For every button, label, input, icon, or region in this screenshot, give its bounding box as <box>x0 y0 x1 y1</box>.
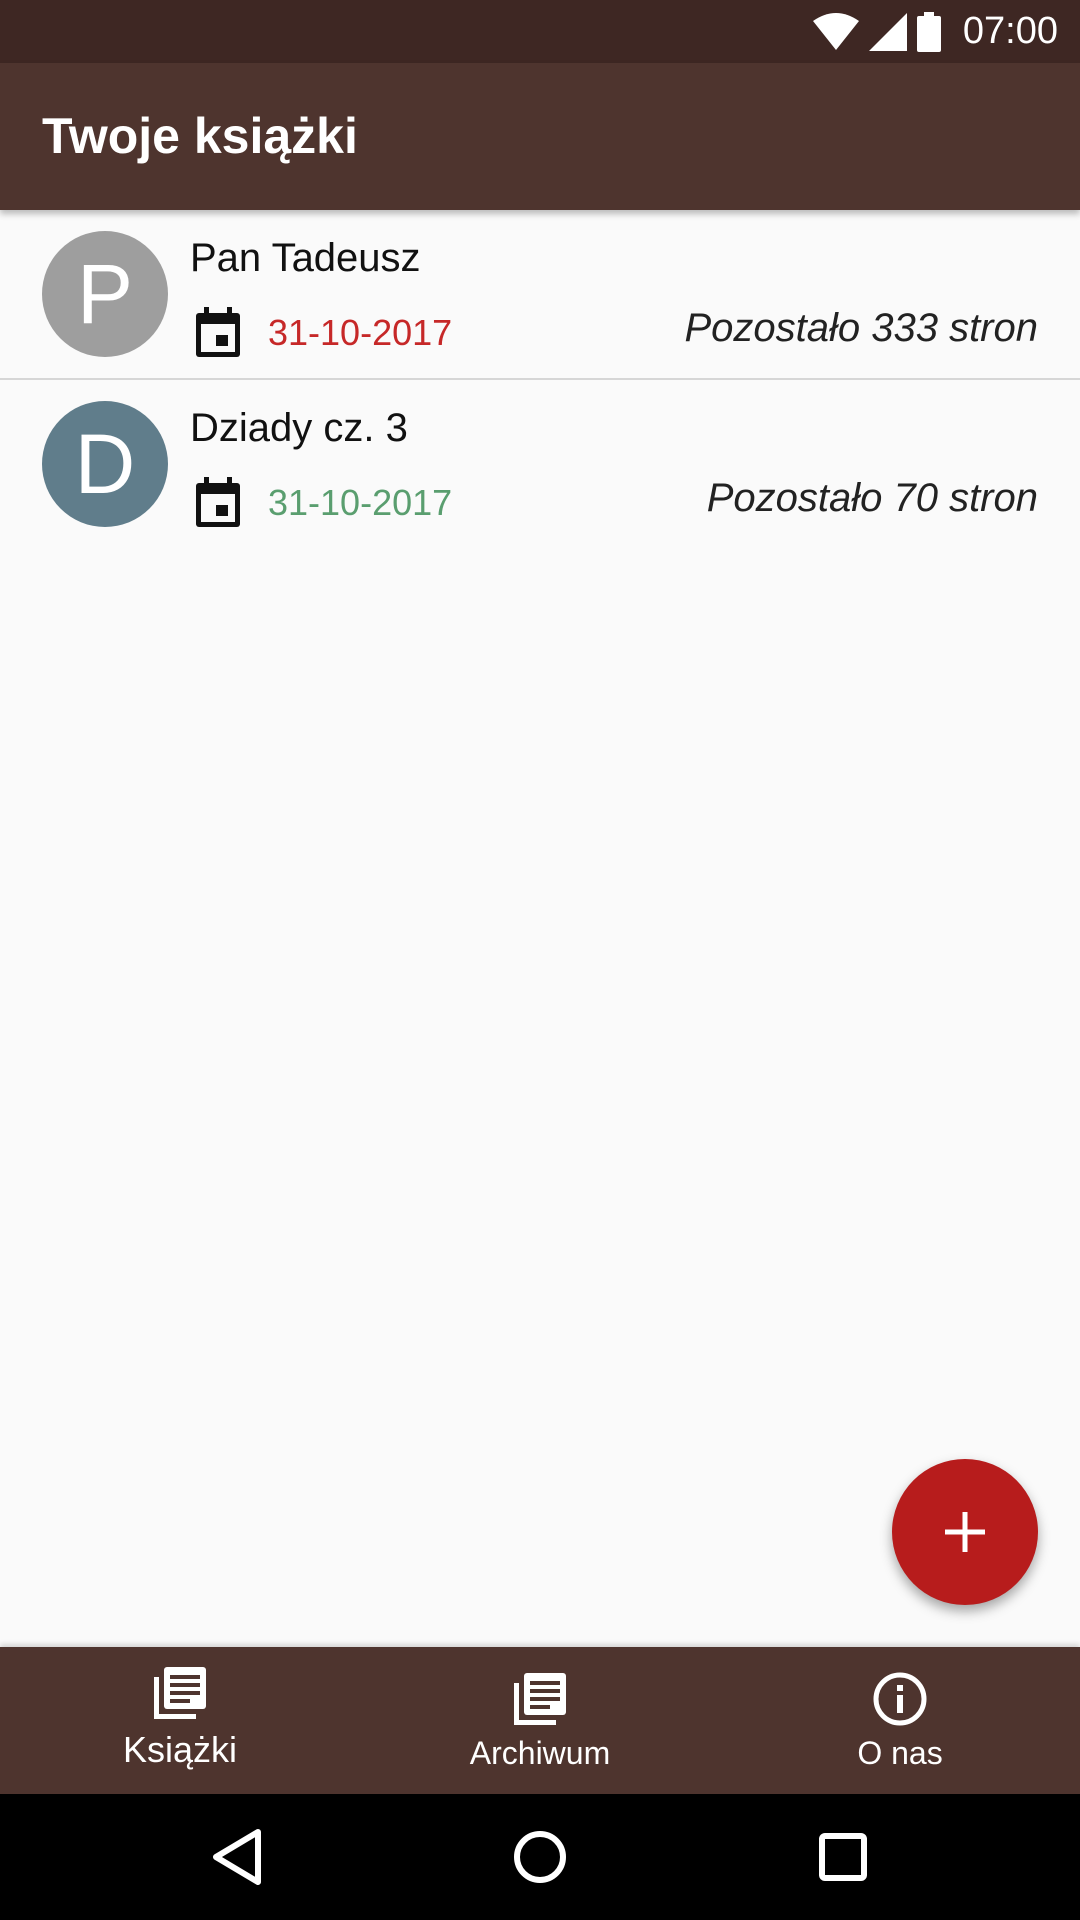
screen: 07:00 Twoje książki P Pan Tadeusz 31-10-… <box>0 0 1080 1920</box>
recents-icon[interactable] <box>808 1822 878 1892</box>
status-bar: 07:00 <box>0 0 1080 63</box>
calendar-icon <box>196 307 240 357</box>
pages-remaining: Pozostało 333 stron <box>684 306 1038 350</box>
signal-icon <box>868 12 907 51</box>
home-icon[interactable] <box>505 1822 575 1892</box>
pages-remaining: Pozostało 70 stron <box>706 476 1038 520</box>
due-date: 31-10-2017 <box>268 312 453 353</box>
book-title: Pan Tadeusz <box>190 236 421 280</box>
add-book-button[interactable] <box>892 1459 1038 1605</box>
list-item[interactable]: D Dziady cz. 3 31-10-2017 Pozostało 70 s… <box>0 380 1080 550</box>
tab-archive[interactable]: Archiwum <box>360 1647 720 1794</box>
avatar: P <box>42 231 168 357</box>
plus-icon <box>945 1512 985 1552</box>
list-item[interactable]: P Pan Tadeusz 31-10-2017 Pozostało 333 s… <box>0 210 1080 380</box>
bottom-navigation: Książki Archiwum O nas <box>0 1647 1080 1794</box>
book-list: P Pan Tadeusz 31-10-2017 Pozostało 333 s… <box>0 210 1080 550</box>
tab-about-label: O nas <box>857 1735 943 1771</box>
status-icons: 07:00 <box>812 0 1058 63</box>
book-title: Dziady cz. 3 <box>190 406 408 450</box>
battery-icon <box>916 11 941 52</box>
tab-archive-label: Archiwum <box>469 1735 611 1771</box>
back-icon[interactable] <box>202 1822 272 1892</box>
page-title: Twoje książki <box>42 108 358 164</box>
due-date: 31-10-2017 <box>268 482 453 523</box>
calendar-icon <box>196 477 240 527</box>
wifi-icon <box>812 12 859 50</box>
avatar: D <box>42 401 168 527</box>
tab-books[interactable]: Książki <box>0 1647 360 1794</box>
library-books-icon <box>154 1667 206 1719</box>
library-books-icon <box>514 1673 566 1725</box>
tab-books-label: Książki <box>122 1729 238 1770</box>
status-time: 07:00 <box>962 10 1058 52</box>
info-icon <box>873 1672 927 1726</box>
system-navigation-bar <box>0 1794 1080 1920</box>
app-bar: Twoje książki <box>0 63 1080 210</box>
tab-about[interactable]: O nas <box>720 1647 1080 1794</box>
